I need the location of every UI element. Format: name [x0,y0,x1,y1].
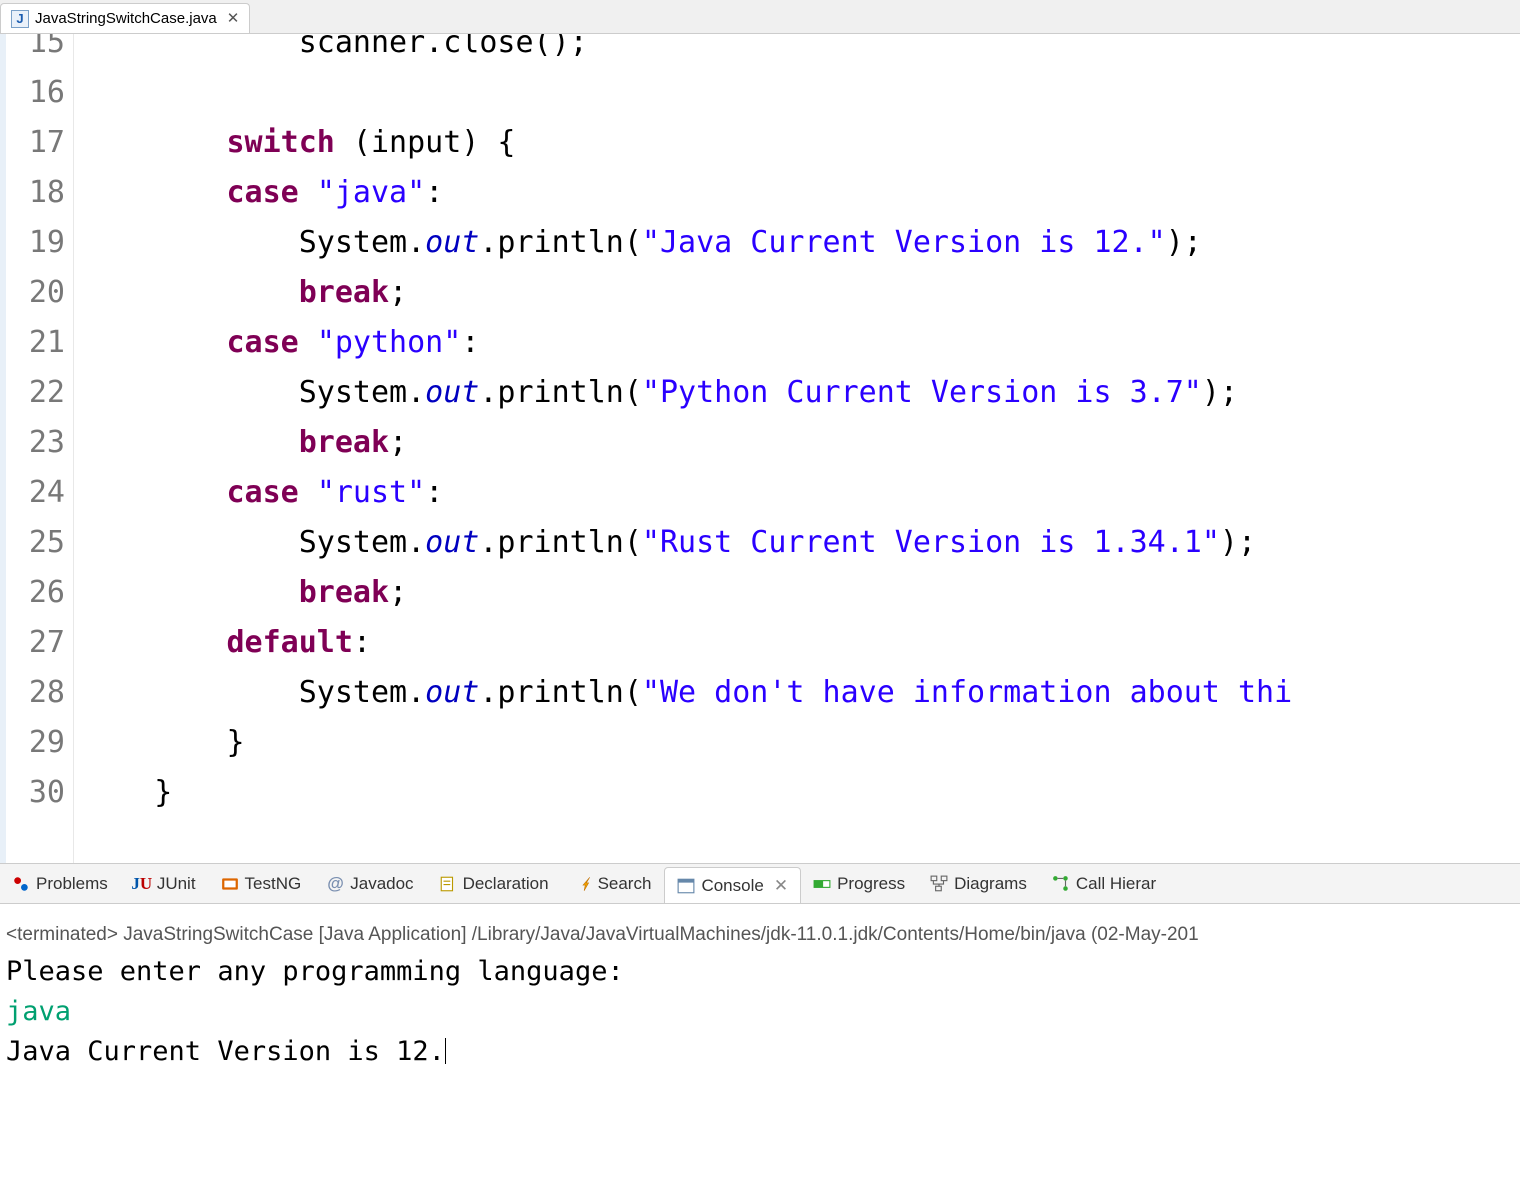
code-line[interactable]: case "java": [82,168,1520,218]
tab-console[interactable]: Console ✕ [664,867,801,903]
console-line: Please enter any programming language: [6,952,1514,992]
tab-javadoc[interactable]: @ Javadoc [314,864,426,903]
tab-label: Problems [36,874,108,894]
progress-icon [813,875,831,893]
line-number: 18 [0,168,65,218]
close-icon[interactable]: ✕ [770,876,788,896]
editor-tab[interactable]: J JavaStringSwitchCase.java ✕ [0,3,250,33]
tab-problems[interactable]: Problems [0,864,121,903]
code-line[interactable]: break; [82,418,1520,468]
tab-diagrams[interactable]: Diagrams [918,864,1040,903]
console-line: java [6,992,1514,1032]
code-line[interactable]: case "python": [82,318,1520,368]
code-line[interactable]: } [82,718,1520,768]
java-file-icon: J [11,10,29,28]
line-number: 17 [0,118,65,168]
line-number: 28 [0,668,65,718]
line-number: 16 [0,68,65,118]
line-number: 22 [0,368,65,418]
line-number: 20 [0,268,65,318]
code-line[interactable]: case "rust": [82,468,1520,518]
tab-label: Call Hierar [1076,874,1156,894]
line-number: 30 [0,768,65,818]
code-line[interactable]: System.out.println("Rust Current Version… [82,518,1520,568]
code-line[interactable] [82,68,1520,118]
text-cursor [445,1038,446,1064]
line-number: 19 [0,218,65,268]
tab-search[interactable]: Search [562,864,665,903]
code-line[interactable]: switch (input) { [82,118,1520,168]
search-icon [574,875,592,893]
line-number-gutter: 15161718192021222324252627282930 [0,34,74,863]
line-number: 23 [0,418,65,468]
code-line[interactable]: System.out.println("We don't have inform… [82,668,1520,718]
bottom-tab-bar: Problems JU JUnit TestNG @ Javadoc Declaration… [0,864,1520,904]
tab-progress[interactable]: Progress [801,864,918,903]
line-number: 25 [0,518,65,568]
editor-tab-label: JavaStringSwitchCase.java [35,10,217,27]
code-line[interactable]: break; [82,268,1520,318]
code-line[interactable]: System.out.println("Java Current Version… [82,218,1520,268]
tab-junit[interactable]: JU JUnit [121,864,209,903]
console-line: Java Current Version is 12. [6,1032,1514,1072]
tab-testng[interactable]: TestNG [209,864,315,903]
javadoc-icon: @ [326,875,344,893]
line-number: 26 [0,568,65,618]
code-line[interactable]: scanner.close(); [82,34,1520,68]
line-number: 21 [0,318,65,368]
console-icon [677,877,695,895]
testng-icon [221,875,239,893]
line-number: 15 [0,34,65,68]
code-editor[interactable]: 15161718192021222324252627282930 scanner… [0,34,1520,864]
tab-declaration[interactable]: Declaration [427,864,562,903]
junit-icon: JU [133,875,151,893]
tab-label: Progress [837,874,905,894]
tab-callhier[interactable]: Call Hierar [1040,864,1169,903]
callhier-icon [1052,875,1070,893]
console-output: Please enter any programming language:ja… [6,952,1514,1072]
tab-label: JUnit [157,874,196,894]
code-line[interactable]: System.out.println("Python Current Versi… [82,368,1520,418]
line-number: 27 [0,618,65,668]
code-line[interactable]: } [82,768,1520,818]
code-line[interactable]: break; [82,568,1520,618]
console-header: <terminated> JavaStringSwitchCase [Java … [6,924,1514,946]
tab-label: Diagrams [954,874,1027,894]
code-line[interactable]: default: [82,618,1520,668]
problems-icon [12,875,30,893]
declaration-icon [439,875,457,893]
tab-label: Javadoc [350,874,413,894]
line-number: 29 [0,718,65,768]
tab-label: Search [598,874,652,894]
console-view[interactable]: <terminated> JavaStringSwitchCase [Java … [0,904,1520,1072]
diagrams-icon [930,875,948,893]
tab-label: Console [701,876,763,896]
tab-label: TestNG [245,874,302,894]
line-number: 24 [0,468,65,518]
tab-label: Declaration [463,874,549,894]
editor-tab-bar: J JavaStringSwitchCase.java ✕ [0,0,1520,34]
code-content[interactable]: scanner.close(); switch (input) { case "… [74,34,1520,863]
close-icon[interactable]: ✕ [223,9,240,28]
